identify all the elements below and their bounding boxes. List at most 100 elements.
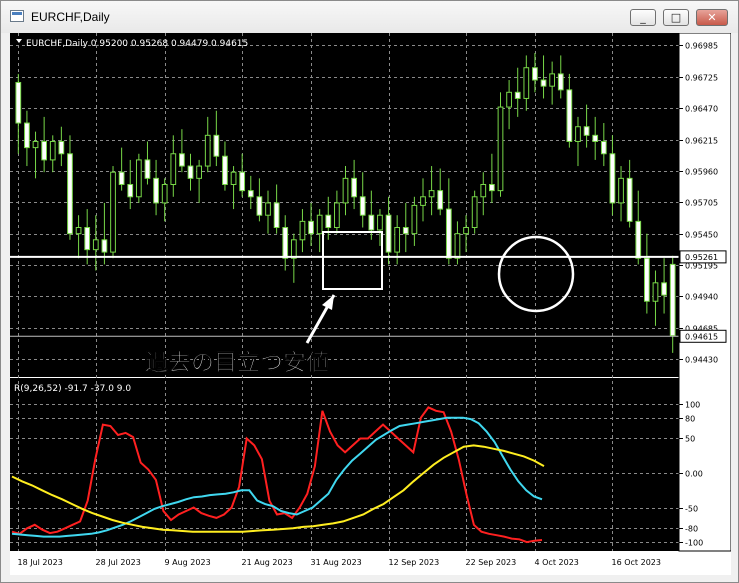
candle-body <box>437 190 444 210</box>
close-button[interactable]: ✕ <box>696 9 728 26</box>
candle-body <box>575 126 581 142</box>
indicator-tick-label: -100 <box>685 539 703 548</box>
candle-body <box>402 227 409 235</box>
candle-body <box>58 140 65 155</box>
candle-body <box>273 202 280 229</box>
date-tick-label: 9 Aug 2023 <box>165 558 211 567</box>
chart-area[interactable]: 0.96985 0.96725 0.96470 0.96215 0.95960 0.957… <box>10 32 732 575</box>
candle-body <box>230 171 237 185</box>
annotation-text: 過去の目立つ安値 <box>145 349 329 376</box>
price-tick-label: 0.96215 <box>685 137 718 146</box>
candle-body <box>566 89 573 142</box>
candle-body <box>196 165 202 179</box>
candle-body <box>463 227 469 235</box>
candle-body <box>32 140 39 149</box>
indicator-tick-label: -80 <box>685 525 698 534</box>
date-tick-label: 31 Aug 2023 <box>311 558 362 567</box>
candle-body <box>618 177 624 204</box>
candle-body <box>635 220 642 259</box>
candle-body <box>471 196 478 229</box>
candle-body <box>265 202 271 216</box>
candle-body <box>359 196 366 216</box>
candle-body <box>204 134 211 167</box>
candle-body <box>549 73 556 87</box>
candle-body <box>557 73 564 91</box>
candle-body <box>351 177 357 198</box>
candle-body <box>153 177 159 204</box>
candle-body <box>101 239 108 253</box>
candle-body <box>118 171 125 185</box>
candle-body <box>669 263 676 337</box>
candle-body <box>161 183 168 204</box>
candle-body <box>394 227 401 253</box>
price-tick-label: 0.96985 <box>685 42 718 51</box>
candle-body <box>222 155 228 185</box>
candle-body <box>170 153 177 185</box>
price-tick-label: 0.96470 <box>685 105 718 114</box>
candle-body <box>497 106 504 192</box>
date-tick-label: 21 Aug 2023 <box>242 558 293 567</box>
chart-window-icon <box>10 10 24 22</box>
date-tick-label: 4 Oct 2023 <box>535 558 579 567</box>
candle-body <box>256 196 263 216</box>
candle-body <box>652 282 659 302</box>
candle-body <box>454 233 461 259</box>
candle-body <box>127 183 134 198</box>
candle-body <box>532 67 538 81</box>
candle-body <box>540 79 547 87</box>
candle-body <box>67 153 73 235</box>
candle-body <box>661 282 667 296</box>
candle-body <box>213 134 220 157</box>
candle-body <box>368 214 375 231</box>
candle-body <box>299 220 306 241</box>
candle-body <box>110 171 116 253</box>
candle-body <box>24 122 30 149</box>
candle-body <box>15 81 22 124</box>
candle-body <box>92 239 99 251</box>
indicator-tick-label: 50 <box>685 435 695 444</box>
chart-canvas[interactable]: 0.96985 0.96725 0.96470 0.96215 0.95960 0.957… <box>10 32 732 575</box>
price-tick-label: 0.95960 <box>685 168 718 177</box>
candle-body <box>49 140 56 161</box>
candle-body <box>428 190 435 198</box>
candle-body <box>239 171 246 192</box>
candle-body <box>583 126 590 136</box>
symbol-info: EURCHF,Daily 0.95200 0.95268 0.94479 0.9… <box>26 39 248 49</box>
window-title-bar[interactable]: EURCHF,Daily _ □ ✕ <box>1 1 738 33</box>
candle-body <box>316 214 323 235</box>
candle-body <box>514 91 521 99</box>
candle-body <box>308 220 314 235</box>
date-tick-label: 28 Jul 2023 <box>96 558 141 567</box>
candle-body <box>247 190 254 198</box>
candle-body <box>643 257 650 302</box>
indicator-label: R(9,26,52) -91.7 -37.0 9.0 <box>14 384 131 394</box>
price-tick-label: 0.95450 <box>685 231 718 240</box>
candle-body <box>385 214 392 253</box>
candle-body <box>489 183 495 192</box>
date-tick-label: 16 Oct 2023 <box>612 558 661 567</box>
candle-body <box>187 165 194 179</box>
date-tick-label: 18 Jul 2023 <box>18 558 63 567</box>
hline-price-label: 0.95261 <box>685 253 718 262</box>
minimize-button[interactable]: _ <box>630 9 656 26</box>
maximize-button[interactable]: □ <box>663 9 689 26</box>
date-tick-label: 12 Sep 2023 <box>389 558 440 567</box>
candle-body <box>179 153 185 167</box>
candle-body <box>290 239 297 259</box>
window-title: EURCHF,Daily <box>31 10 110 24</box>
indicator-tick-label: -50 <box>685 505 698 514</box>
chart-background <box>10 33 679 551</box>
candle-body <box>420 196 426 206</box>
candle-body <box>592 134 599 142</box>
price-tick-label: 0.94430 <box>685 356 718 365</box>
candle-body <box>334 202 340 229</box>
candle-body <box>41 140 48 161</box>
candle-body <box>75 227 82 235</box>
candle-body <box>135 159 142 198</box>
mt4-chart-window: EURCHF,Daily _ □ ✕ 0.96985 0.96725 0.96470… <box>0 0 739 583</box>
candle-body <box>609 153 616 204</box>
date-tick-label: 22 Sep 2023 <box>466 558 517 567</box>
candle-body <box>506 91 512 108</box>
indicator-tick-label: 0.00 <box>685 470 703 479</box>
candle-body <box>411 204 418 235</box>
